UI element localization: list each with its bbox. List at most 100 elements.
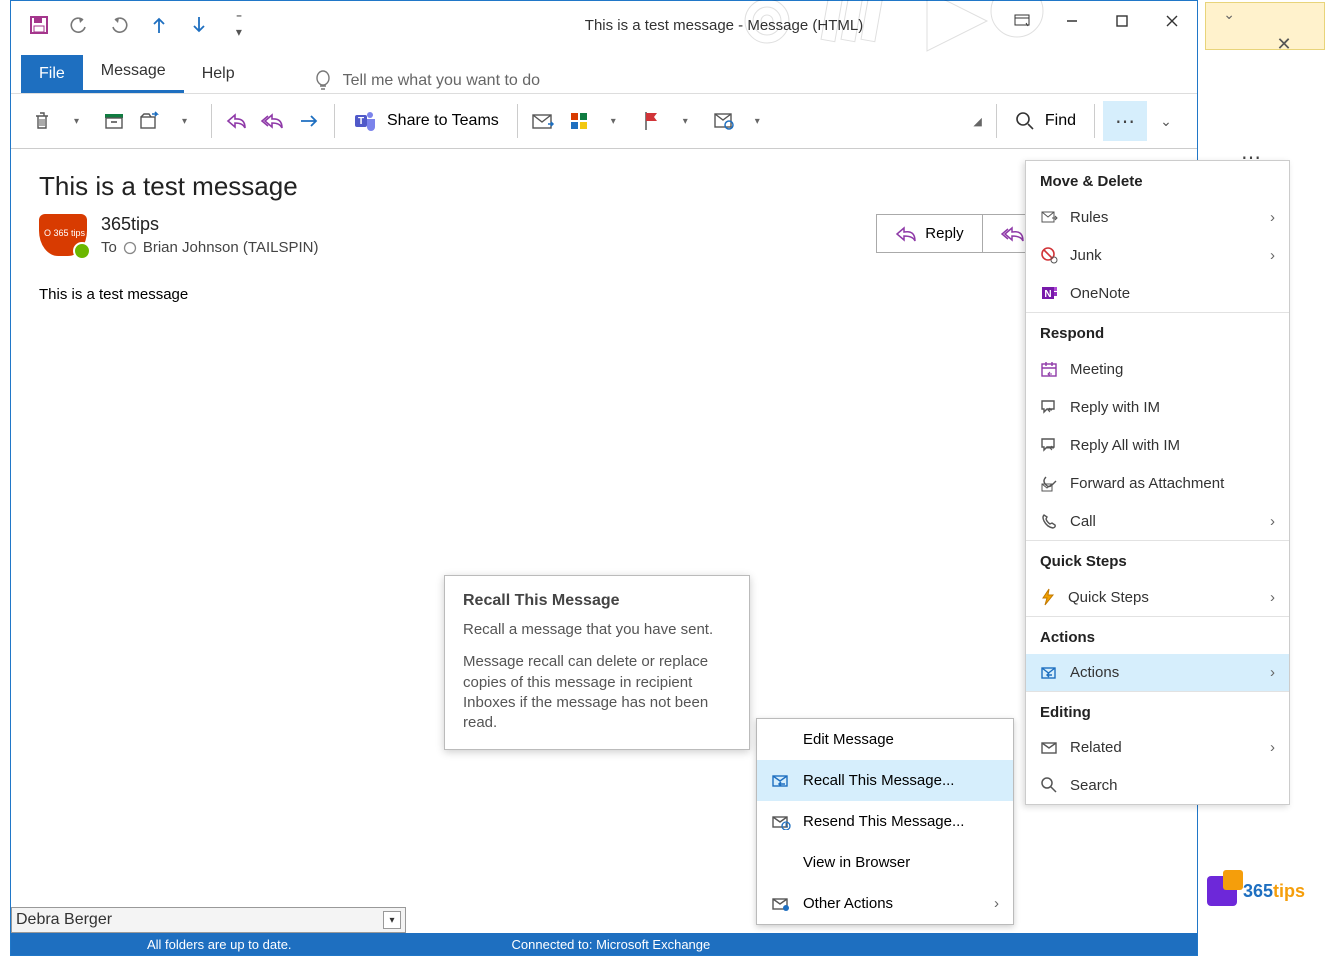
outer-caret-icon: ⌄ (1223, 6, 1235, 23)
overflow-onenote-label: OneNote (1070, 285, 1130, 302)
overflow-actions[interactable]: Actions› (1026, 654, 1289, 691)
reply-icon-button[interactable] (220, 101, 254, 141)
submenu-recall-message[interactable]: Recall This Message... (757, 760, 1013, 801)
overflow-related[interactable]: Related› (1026, 729, 1289, 766)
overflow-rules-label: Rules (1070, 209, 1108, 226)
tell-me-label: Tell me what you want to do (343, 72, 540, 90)
submenu-edit-label: Edit Message (803, 731, 894, 748)
actions-submenu: Edit Message Recall This Message... Rese… (756, 718, 1014, 925)
tab-file[interactable]: File (21, 55, 83, 93)
reply-button[interactable]: Reply (877, 215, 982, 252)
submenu-other-actions[interactable]: Other Actions› (757, 883, 1013, 924)
ribbon-toolbar: ▾ ▾ T Share to Teams ▾ ▾ ▾ ◢ Find ⋯ ⌄ (11, 93, 1197, 149)
mark-unread-button[interactable] (526, 101, 560, 141)
minimize-button[interactable] (1047, 1, 1097, 41)
submenu-other-label: Other Actions (803, 895, 893, 912)
submenu-resend-message[interactable]: Resend This Message... (757, 801, 1013, 842)
next-item-button[interactable] (183, 9, 215, 41)
previous-item-button[interactable] (143, 9, 175, 41)
overflow-search[interactable]: Search (1026, 766, 1289, 804)
search-icon (1015, 111, 1035, 131)
overflow-call[interactable]: Call› (1026, 502, 1289, 540)
tell-me-search[interactable]: Tell me what you want to do (313, 69, 540, 93)
submenu-view-label: View in Browser (803, 854, 910, 871)
account-selector[interactable]: Debra Berger ▾ (11, 907, 406, 933)
message-subject: This is a test message (39, 171, 1169, 202)
reply-label: Reply (925, 225, 963, 242)
redo-button[interactable] (103, 9, 135, 41)
overflow-junk[interactable]: Junk› (1026, 236, 1289, 274)
overflow-actions-label: Actions (1070, 664, 1119, 681)
tooltip-text-1: Recall a message that you have sent. (463, 620, 731, 640)
overflow-rules[interactable]: Rules› (1026, 198, 1289, 236)
archive-button[interactable] (97, 101, 131, 141)
account-dropdown-icon[interactable]: ▾ (383, 911, 401, 929)
share-to-teams-button[interactable]: T Share to Teams (343, 101, 509, 141)
submenu-view-browser[interactable]: View in Browser (757, 842, 1013, 883)
svg-text:T: T (358, 116, 364, 127)
overflow-forward-attachment[interactable]: Forward as Attachment (1026, 464, 1289, 502)
status-folders: All folders are up to date. (147, 937, 292, 952)
assign-policy-button[interactable] (706, 101, 740, 141)
ribbon-display-options-button[interactable] (997, 1, 1047, 41)
message-reading-pane: This is a test message O 365 tips 365tip… (11, 149, 1197, 325)
overflow-meeting[interactable]: Meeting (1026, 350, 1289, 388)
overflow-fwd-label: Forward as Attachment (1070, 475, 1224, 492)
assign-policy-dropdown[interactable]: ▾ (742, 101, 776, 141)
close-button[interactable] (1147, 1, 1197, 41)
ribbon-overflow-button[interactable]: ⋯ (1103, 101, 1147, 141)
maximize-button[interactable] (1097, 1, 1147, 41)
overflow-call-label: Call (1070, 513, 1096, 530)
overflow-section-respond: Respond (1026, 313, 1289, 350)
overflow-section-editing: Editing (1026, 692, 1289, 729)
ribbon-launcher-icon[interactable]: ◢ (973, 115, 987, 128)
qat-customize-button[interactable]: ⁼▾ (223, 9, 255, 41)
categorize-dropdown[interactable]: ▾ (598, 101, 632, 141)
find-label: Find (1045, 112, 1076, 130)
ribbon-overflow-panel: Move & Delete Rules› Junk› N OneNote Resp… (1025, 160, 1290, 805)
sender-name: 365tips (101, 214, 318, 235)
overflow-section-move-delete: Move & Delete (1026, 161, 1289, 198)
tooltip-text-2: Message recall can delete or replace cop… (463, 652, 731, 733)
submenu-edit-message[interactable]: Edit Message (757, 719, 1013, 760)
quick-access-toolbar: ⁼▾ This is a test message - Message (HTM… (11, 1, 1197, 49)
tab-message[interactable]: Message (83, 52, 184, 93)
find-button[interactable]: Find (1005, 101, 1086, 141)
outer-close-button[interactable]: ✕ (1267, 30, 1301, 58)
move-dropdown[interactable]: ▾ (169, 101, 203, 141)
ribbon-collapse-button[interactable]: ⌄ (1149, 101, 1183, 141)
categorize-button[interactable] (562, 101, 596, 141)
submenu-recall-label: Recall This Message... (803, 772, 954, 789)
overflow-meeting-label: Meeting (1070, 361, 1123, 378)
presence-icon (123, 241, 137, 255)
overflow-onenote[interactable]: N OneNote (1026, 274, 1289, 312)
overflow-reply-all-im[interactable]: Reply All with IM (1026, 426, 1289, 464)
to-label: To (101, 239, 117, 256)
forward-icon-button[interactable] (292, 101, 326, 141)
follow-up-dropdown[interactable]: ▾ (670, 101, 704, 141)
status-connection: Connected to: Microsoft Exchange (512, 937, 711, 952)
tooltip-title: Recall This Message (463, 592, 731, 610)
logo-part-b: tips (1273, 881, 1305, 901)
delete-dropdown[interactable]: ▾ (61, 101, 95, 141)
follow-up-button[interactable] (634, 101, 668, 141)
tab-help[interactable]: Help (184, 55, 253, 93)
overflow-quicksteps[interactable]: Quick Steps› (1026, 578, 1289, 616)
svg-text:N: N (1044, 289, 1051, 300)
overflow-replyim-label: Reply with IM (1070, 399, 1160, 416)
overflow-related-label: Related (1070, 739, 1122, 756)
delete-button[interactable] (25, 101, 59, 141)
status-bar: All folders are up to date. Connected to… (11, 933, 1197, 955)
save-button[interactable] (23, 9, 55, 41)
undo-button[interactable] (63, 9, 95, 41)
teams-icon: T (353, 110, 377, 132)
recall-tooltip: Recall This Message Recall a message tha… (444, 575, 750, 750)
reply-all-icon-button[interactable] (256, 101, 290, 141)
to-line: To Brian Johnson (TAILSPIN) (101, 239, 318, 256)
overflow-section-actions: Actions (1026, 617, 1289, 654)
to-recipient: Brian Johnson (TAILSPIN) (143, 239, 319, 256)
overflow-reply-im[interactable]: Reply with IM (1026, 388, 1289, 426)
outlook-message-window: ⁼▾ This is a test message - Message (HTM… (10, 0, 1198, 956)
move-button[interactable] (133, 101, 167, 141)
logo-part-a: 365 (1243, 881, 1273, 901)
